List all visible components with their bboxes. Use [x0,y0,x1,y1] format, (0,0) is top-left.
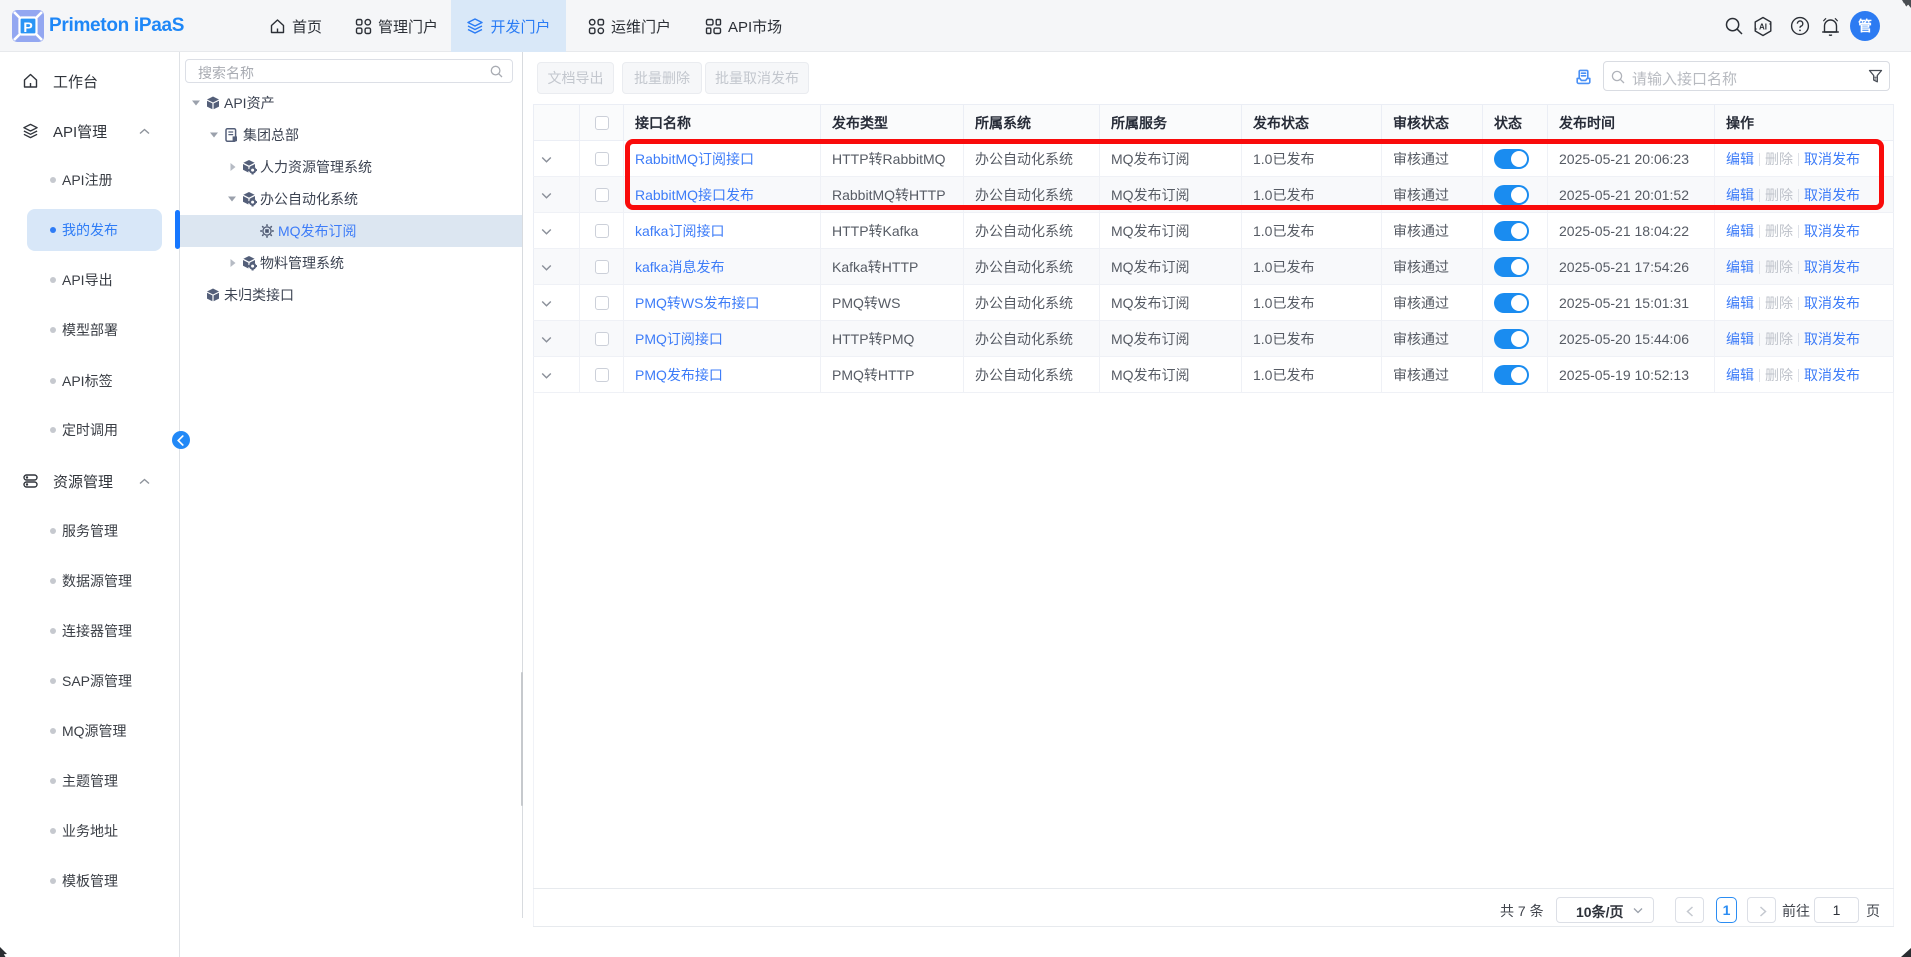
svg-text:P: P [23,19,32,35]
svg-text:AI: AI [1759,22,1767,31]
